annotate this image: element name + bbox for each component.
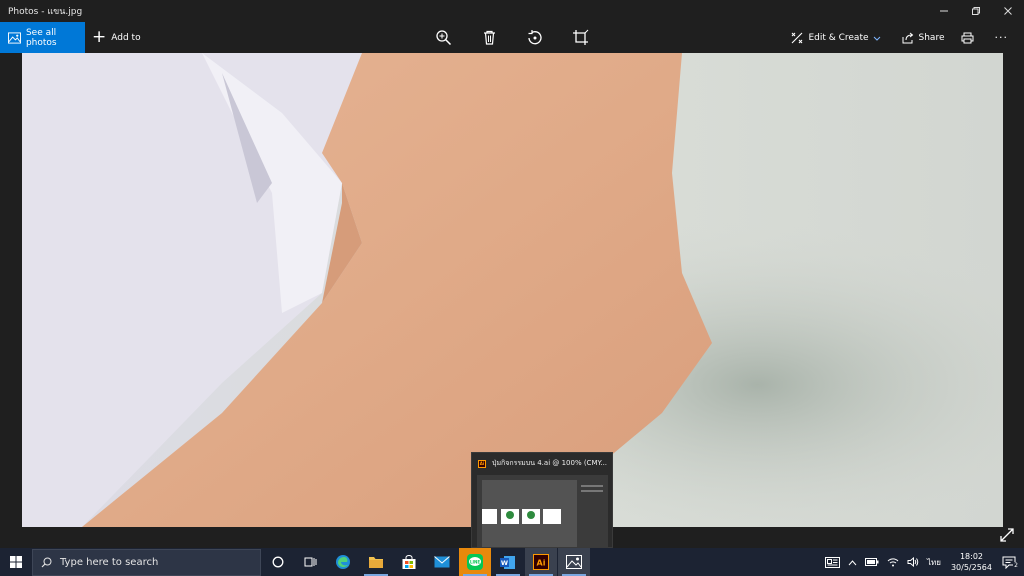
taskbar-photos[interactable]: [558, 548, 590, 576]
clock-date: 30/5/2564: [950, 563, 992, 572]
see-all-photos-button[interactable]: See all photos: [0, 22, 85, 53]
news-button[interactable]: [824, 556, 840, 568]
line-icon: LINE: [467, 554, 483, 570]
print-button[interactable]: [961, 32, 979, 44]
show-hidden-icons-button[interactable]: [848, 559, 857, 566]
print-icon: [961, 32, 973, 43]
taskbar-store[interactable]: [393, 548, 425, 576]
folder-icon: [369, 557, 383, 568]
close-button[interactable]: [992, 0, 1024, 22]
clock-time: 18:02: [959, 552, 984, 561]
taskbar-file-explorer[interactable]: [360, 548, 392, 576]
system-tray: ไทย 18:02 30/5/2564 2: [821, 548, 1024, 576]
chevron-down-icon: [873, 36, 880, 41]
word-icon: W: [500, 555, 515, 569]
window-controls: [928, 0, 1024, 22]
share-button[interactable]: Share: [902, 32, 945, 44]
full-screen-icon[interactable]: [1000, 528, 1014, 542]
app-toolbar: See all photos + Add to Edit & Create Sh…: [0, 22, 1024, 53]
minimize-button[interactable]: [928, 0, 960, 22]
rotate-icon[interactable]: [526, 29, 543, 46]
svg-text:W: W: [501, 559, 508, 567]
restore-button[interactable]: [960, 0, 992, 22]
task-view-button[interactable]: [294, 548, 326, 576]
volume-button[interactable]: [907, 557, 919, 567]
more-icon: ···: [994, 31, 1008, 44]
input-language: ไทย: [926, 557, 941, 567]
search-icon: [41, 557, 52, 568]
edit-create-label: Edit & Create: [808, 32, 869, 43]
search-placeholder: Type here to search: [60, 557, 159, 568]
taskbar-illustrator[interactable]: Ai: [525, 548, 557, 576]
store-icon: [402, 554, 416, 569]
close-icon: [1004, 7, 1012, 15]
share-icon: [902, 32, 913, 43]
edit-create-button[interactable]: Edit & Create: [791, 32, 885, 44]
cortana-icon: [272, 556, 284, 568]
battery-icon: [864, 558, 879, 566]
title-bar: Photos - แขน.jpg: [0, 0, 1024, 22]
preview-title-text: ปุ่มกิจกรรมบน 4.ai @ 100% (CMY...: [492, 459, 608, 467]
preview-image: [477, 475, 608, 547]
task-view-icon: [304, 557, 316, 567]
illustrator-icon: Ai: [533, 554, 549, 570]
edge-icon: [336, 555, 350, 569]
add-to-button[interactable]: + Add to: [92, 22, 141, 53]
clock-button[interactable]: 18:02 30/5/2564: [951, 551, 992, 573]
windows-logo-icon: [10, 556, 22, 568]
battery-button[interactable]: [864, 558, 879, 566]
plus-icon: +: [92, 27, 107, 47]
mail-icon: [434, 556, 450, 568]
photos-icon: [566, 555, 582, 569]
svg-text:Ai: Ai: [537, 559, 546, 568]
restore-icon: [972, 7, 980, 15]
edit-create-icon: [792, 32, 803, 43]
wifi-icon: [887, 558, 899, 567]
news-icon: [824, 556, 840, 568]
taskbar-word[interactable]: W: [492, 548, 524, 576]
action-center-button[interactable]: 2: [1002, 556, 1019, 569]
start-button[interactable]: [0, 548, 32, 576]
taskbar-edge[interactable]: [327, 548, 359, 576]
window-title: Photos - แขน.jpg: [8, 7, 83, 17]
share-label: Share: [918, 32, 945, 43]
cortana-button[interactable]: [262, 548, 294, 576]
taskbar-mail[interactable]: [426, 548, 458, 576]
preview-title: Ai ปุ่มกิจกรรมบน 4.ai @ 100% (CMY...: [478, 458, 607, 469]
notification-count: 2: [1013, 561, 1019, 569]
delete-icon[interactable]: [481, 29, 498, 46]
taskbar-line[interactable]: LINE: [459, 548, 491, 576]
chevron-up-icon: [848, 559, 857, 565]
minimize-icon: [940, 10, 948, 12]
crop-icon[interactable]: [572, 29, 589, 46]
windows-taskbar: Type here to search LINE W Ai ไทย 18:02 …: [0, 548, 1024, 576]
right-toolbar: Edit & Create Share ···: [791, 22, 1024, 53]
see-all-label: See all photos: [25, 27, 57, 48]
volume-icon: [907, 557, 919, 567]
taskbar-search-box[interactable]: Type here to search: [32, 549, 261, 576]
wifi-button[interactable]: [887, 557, 899, 567]
more-button[interactable]: ···: [995, 31, 1009, 44]
input-language-button[interactable]: ไทย: [927, 556, 941, 569]
zoom-in-icon[interactable]: [435, 29, 452, 46]
taskbar-thumbnail-preview[interactable]: Ai ปุ่มกิจกรรมบน 4.ai @ 100% (CMY...: [471, 452, 613, 548]
add-to-label: Add to: [111, 32, 141, 43]
svg-text:LINE: LINE: [470, 560, 480, 565]
photos-icon: [8, 31, 21, 44]
illustrator-icon: Ai: [478, 459, 486, 468]
